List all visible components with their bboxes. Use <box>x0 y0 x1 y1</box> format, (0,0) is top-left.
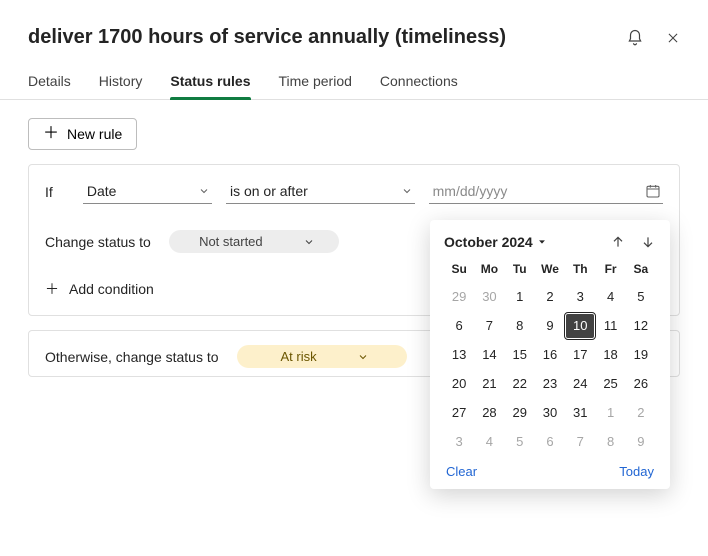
calendar-day[interactable]: 9 <box>627 430 655 454</box>
calendar-day[interactable]: 12 <box>627 314 655 338</box>
calendar-next-button[interactable] <box>640 234 656 250</box>
calendar-day[interactable]: 2 <box>536 285 564 309</box>
calendar-day[interactable]: 4 <box>475 430 503 454</box>
calendar-month-button[interactable]: October 2024 <box>444 234 547 250</box>
plus-icon: ＋ <box>45 279 59 299</box>
operator-dropdown[interactable]: is on or after <box>226 179 415 204</box>
chevron-down-icon <box>401 185 413 197</box>
chevron-down-icon <box>357 351 369 363</box>
calendar-day[interactable]: 25 <box>597 372 625 396</box>
tab-details[interactable]: Details <box>28 65 71 99</box>
tab-connections[interactable]: Connections <box>380 65 458 99</box>
calendar-day[interactable]: 20 <box>445 372 473 396</box>
chevron-down-icon <box>303 236 315 248</box>
chevron-down-icon <box>198 185 210 197</box>
calendar-dow: Su <box>444 258 474 280</box>
calendar-day[interactable]: 23 <box>536 372 564 396</box>
calendar-day[interactable]: 18 <box>597 343 625 367</box>
calendar-grid: SuMoTuWeThFrSa29301234567891011121314151… <box>444 258 656 454</box>
calendar-day[interactable]: 6 <box>445 314 473 338</box>
calendar-day[interactable]: 5 <box>506 430 534 454</box>
date-picker-popover: October 2024 SuMoTuWeThFrSa2930123456789… <box>430 220 670 489</box>
calendar-day[interactable]: 30 <box>536 401 564 425</box>
bell-icon[interactable] <box>626 29 644 47</box>
calendar-day[interactable]: 5 <box>627 285 655 309</box>
tab-bar: Details History Status rules Time period… <box>0 59 708 100</box>
calendar-day[interactable]: 24 <box>566 372 594 396</box>
calendar-day[interactable]: 3 <box>445 430 473 454</box>
new-rule-label: New rule <box>67 126 122 142</box>
calendar-day[interactable]: 8 <box>506 314 534 338</box>
calendar-icon[interactable] <box>645 183 661 199</box>
calendar-dow: Th <box>565 258 595 280</box>
field-dropdown[interactable]: Date <box>83 179 212 204</box>
calendar-dow: Mo <box>474 258 504 280</box>
tab-history[interactable]: History <box>99 65 143 99</box>
calendar-today-button[interactable]: Today <box>619 464 654 479</box>
field-dropdown-label: Date <box>87 183 117 199</box>
close-icon[interactable] <box>666 31 680 45</box>
calendar-dow: Sa <box>626 258 656 280</box>
calendar-day[interactable]: 3 <box>566 285 594 309</box>
calendar-day[interactable]: 21 <box>475 372 503 396</box>
calendar-day[interactable]: 14 <box>475 343 503 367</box>
otherwise-label: Otherwise, change status to <box>45 349 219 365</box>
date-input[interactable]: mm/dd/yyyy <box>429 179 663 204</box>
new-rule-button[interactable]: ＋ New rule <box>28 118 137 150</box>
status-dropdown[interactable]: Not started <box>169 230 339 253</box>
change-status-label: Change status to <box>45 234 151 250</box>
calendar-day[interactable]: 1 <box>506 285 534 309</box>
operator-dropdown-label: is on or after <box>230 183 308 199</box>
add-condition-button[interactable]: ＋ Add condition <box>45 279 154 299</box>
plus-icon: ＋ <box>43 126 59 142</box>
calendar-day[interactable]: 2 <box>627 401 655 425</box>
calendar-day[interactable]: 27 <box>445 401 473 425</box>
calendar-day[interactable]: 4 <box>597 285 625 309</box>
calendar-day[interactable]: 29 <box>445 285 473 309</box>
calendar-prev-button[interactable] <box>610 234 626 250</box>
calendar-day[interactable]: 10 <box>566 314 594 338</box>
calendar-day[interactable]: 28 <box>475 401 503 425</box>
calendar-day[interactable]: 29 <box>506 401 534 425</box>
calendar-day[interactable]: 13 <box>445 343 473 367</box>
page-title: deliver 1700 hours of service annually (… <box>28 26 626 49</box>
calendar-day[interactable]: 11 <box>597 314 625 338</box>
calendar-clear-button[interactable]: Clear <box>446 464 477 479</box>
tab-status-rules[interactable]: Status rules <box>170 65 250 99</box>
calendar-day[interactable]: 17 <box>566 343 594 367</box>
calendar-day[interactable]: 6 <box>536 430 564 454</box>
tab-time-period[interactable]: Time period <box>279 65 352 99</box>
calendar-day[interactable]: 7 <box>475 314 503 338</box>
otherwise-status-dropdown[interactable]: At risk <box>237 345 407 368</box>
add-condition-label: Add condition <box>69 281 154 297</box>
calendar-dow: Tu <box>505 258 535 280</box>
calendar-day[interactable]: 30 <box>475 285 503 309</box>
calendar-day[interactable]: 16 <box>536 343 564 367</box>
calendar-month-label: October 2024 <box>444 234 533 250</box>
calendar-day[interactable]: 1 <box>597 401 625 425</box>
calendar-day[interactable]: 22 <box>506 372 534 396</box>
calendar-day[interactable]: 31 <box>566 401 594 425</box>
caret-down-icon <box>537 237 547 247</box>
calendar-day[interactable]: 8 <box>597 430 625 454</box>
calendar-day[interactable]: 9 <box>536 314 564 338</box>
status-value: Not started <box>199 234 263 249</box>
calendar-day[interactable]: 7 <box>566 430 594 454</box>
if-label: If <box>45 184 69 200</box>
calendar-dow: Fr <box>595 258 625 280</box>
otherwise-status-value: At risk <box>280 349 316 364</box>
calendar-dow: We <box>535 258 565 280</box>
calendar-day[interactable]: 26 <box>627 372 655 396</box>
date-input-placeholder: mm/dd/yyyy <box>433 183 508 199</box>
calendar-day[interactable]: 19 <box>627 343 655 367</box>
calendar-day[interactable]: 15 <box>506 343 534 367</box>
